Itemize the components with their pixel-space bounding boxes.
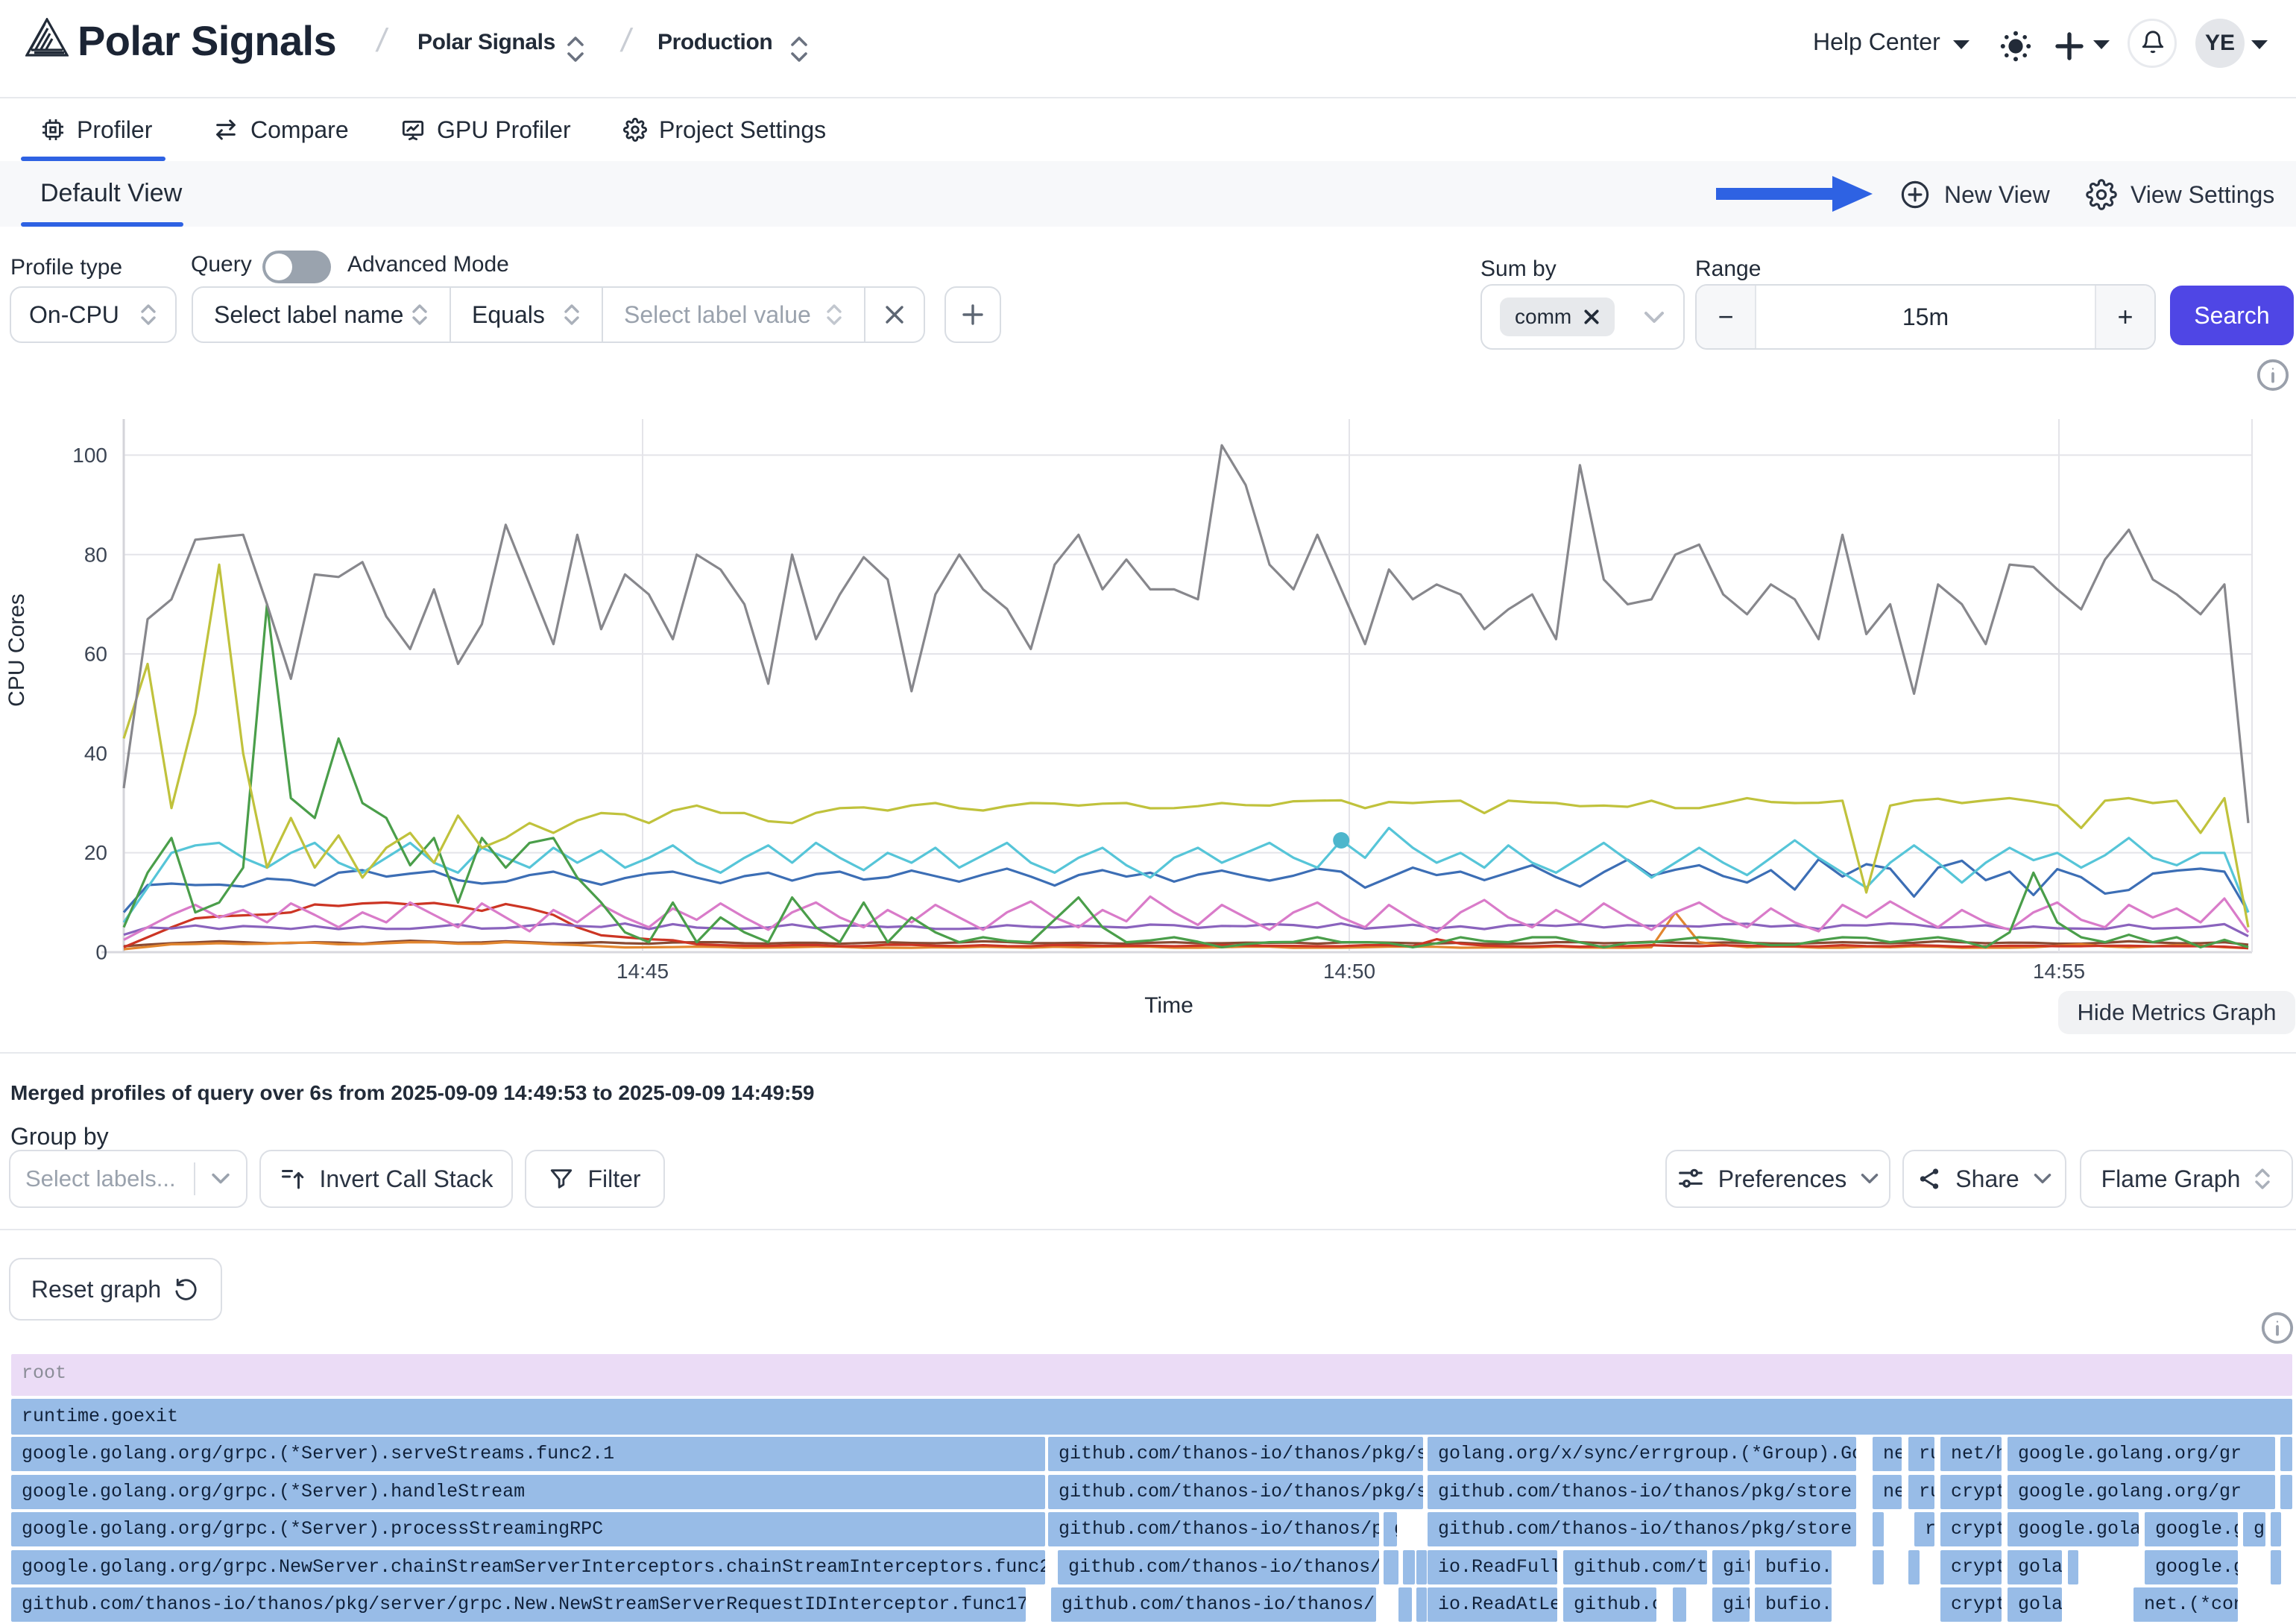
svg-text:20: 20 <box>84 841 107 864</box>
svg-text:100: 100 <box>72 444 107 467</box>
svg-text:40: 40 <box>84 742 107 765</box>
svg-text:0: 0 <box>95 941 107 964</box>
svg-text:80: 80 <box>84 543 107 566</box>
svg-text:Time: Time <box>1144 993 1193 1018</box>
svg-text:14:45: 14:45 <box>616 960 669 983</box>
svg-text:14:50: 14:50 <box>1323 960 1375 983</box>
svg-text:14:55: 14:55 <box>2033 960 2085 983</box>
svg-text:60: 60 <box>84 643 107 666</box>
svg-text:CPU Cores: CPU Cores <box>4 594 29 707</box>
